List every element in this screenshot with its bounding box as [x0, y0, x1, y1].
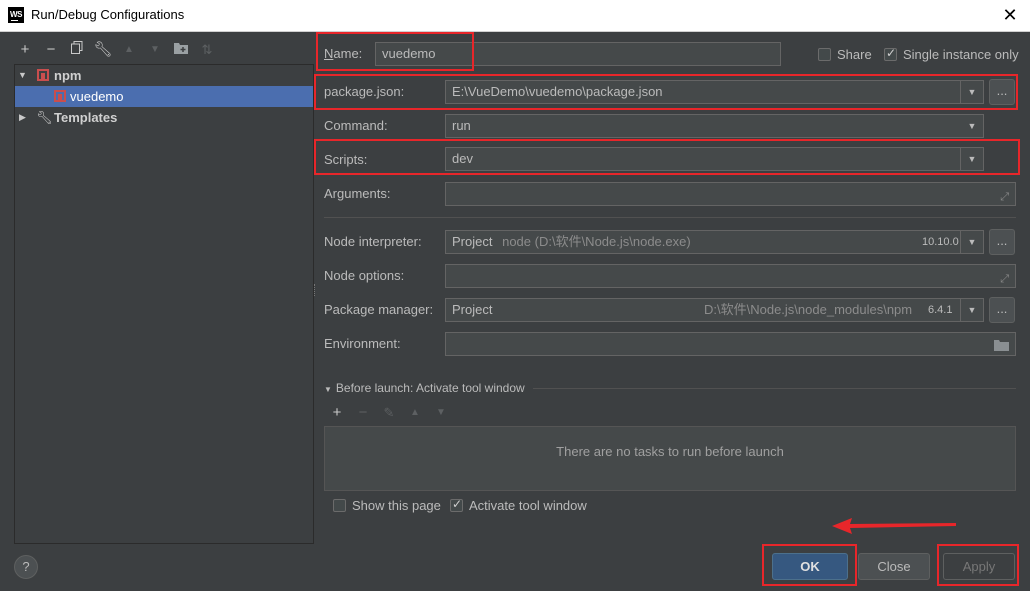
command-value: run — [452, 118, 471, 133]
add-task-icon[interactable]: + — [327, 403, 347, 423]
single-instance-checkbox[interactable] — [884, 46, 897, 61]
package-manager-label: Package manager: — [324, 302, 434, 317]
package-manager-project: Project — [452, 302, 493, 317]
single-instance-label: Single instance only — [903, 47, 1019, 62]
node-options-label: Node options: — [324, 268, 405, 283]
activate-tool-window-label: Activate tool window — [469, 498, 587, 513]
command-combo[interactable]: run ▼ — [445, 114, 984, 138]
new-folder-icon[interactable] — [171, 40, 191, 60]
node-interpreter-path: node (D:\软件\Node.js\node.exe) — [502, 234, 691, 249]
command-label: Command: — [324, 118, 388, 133]
folder-icon[interactable] — [994, 336, 1009, 355]
tree-toolbar: + − 🔧︎ ▲ ▼ ⇅ — [14, 40, 314, 62]
chevron-down-icon[interactable]: ▼ — [960, 81, 983, 103]
node-interpreter-project: Project — [452, 234, 493, 249]
webstorm-icon: WS — [8, 7, 24, 23]
edit-task-icon[interactable]: ✎ — [379, 403, 399, 423]
copy-icon[interactable] — [67, 40, 87, 60]
package-json-value: E:\VueDemo\vuedemo\package.json — [452, 84, 663, 99]
expand-icon[interactable]: ⤢ — [1000, 268, 1009, 287]
name-label: Name: — [324, 46, 363, 61]
name-input[interactable]: vuedemo — [375, 42, 781, 66]
browse-package-json-button[interactable]: ... — [989, 79, 1015, 105]
apply-button[interactable]: Apply — [943, 553, 1015, 580]
scripts-combo[interactable]: dev ▼ — [445, 147, 984, 171]
splitter-handle[interactable] — [314, 284, 318, 296]
before-launch-header[interactable]: ▼ Before launch: Activate tool window — [324, 381, 525, 395]
red-arrow-annotation — [832, 518, 956, 534]
node-version: 10.10.0 — [922, 236, 959, 248]
add-icon[interactable]: + — [15, 40, 35, 60]
remove-icon[interactable]: − — [41, 40, 61, 60]
browse-node-interpreter-button[interactable]: ... — [989, 229, 1015, 255]
tree-npm-label: npm — [54, 68, 82, 83]
tree-node-templates[interactable]: ▶ 🔧︎ Templates — [15, 107, 313, 128]
node-interpreter-label: Node interpreter: — [324, 234, 422, 249]
before-launch-task-list: There are no tasks to run before launch — [324, 426, 1016, 491]
tree-vuedemo-label: vuedemo — [70, 89, 124, 104]
move-up-icon[interactable]: ▲ — [119, 40, 139, 60]
collapse-arrow-icon[interactable]: ▶ — [19, 107, 26, 128]
divider — [324, 217, 1016, 218]
ok-button[interactable]: OK — [772, 553, 848, 580]
scripts-label: Scripts: — [324, 152, 368, 167]
help-button[interactable]: ? — [14, 555, 38, 579]
chevron-down-icon[interactable]: ▼ — [961, 115, 983, 137]
close-window-icon[interactable]: ✕ — [998, 3, 1022, 27]
activate-tool-window-checkbox[interactable] — [450, 497, 463, 512]
package-manager-path: D:\软件\Node.js\node_modules\npm — [704, 302, 913, 317]
configuration-tree: ▼ npm vuedemo ▶ 🔧︎ Templates — [14, 64, 314, 544]
arguments-label: Arguments: — [324, 186, 391, 201]
share-checkbox[interactable] — [818, 48, 831, 61]
tree-node-npm[interactable]: ▼ npm — [15, 65, 313, 86]
wrench-icon[interactable]: 🔧︎ — [93, 40, 113, 60]
npm-icon — [54, 90, 66, 102]
chevron-down-icon[interactable]: ▼ — [960, 299, 983, 321]
expand-icon[interactable]: ⤢ — [1000, 186, 1009, 205]
share-label: Share — [837, 47, 872, 62]
collapse-arrow-icon: ▼ — [324, 385, 332, 394]
environment-label: Environment: — [324, 336, 401, 351]
move-down-icon[interactable]: ▼ — [145, 40, 165, 60]
tree-templates-label: Templates — [54, 110, 118, 125]
chevron-down-icon[interactable]: ▼ — [960, 231, 983, 253]
close-button[interactable]: Close — [858, 553, 930, 580]
show-page-label: Show this page — [352, 498, 441, 513]
node-options-input[interactable]: ⤢ — [445, 264, 1016, 288]
chevron-down-icon[interactable]: ▼ — [960, 148, 983, 170]
move-up-icon[interactable]: ▲ — [405, 403, 425, 423]
node-interpreter-combo[interactable]: Project node (D:\软件\Node.js\node.exe) 10… — [445, 230, 984, 254]
divider — [533, 388, 1016, 389]
package-manager-version: 6.4.1 — [928, 304, 953, 316]
title-bar: WS Run/Debug Configurations ✕ — [0, 0, 1030, 32]
npm-icon — [37, 69, 49, 81]
package-manager-combo[interactable]: Project D:\软件\Node.js\node_modules\npm 6… — [445, 298, 984, 322]
show-page-checkbox[interactable] — [333, 499, 346, 512]
expand-arrow-icon[interactable]: ▼ — [18, 65, 27, 86]
no-tasks-message: There are no tasks to run before launch — [556, 444, 784, 459]
wrench-icon: 🔧︎ — [36, 110, 53, 125]
window-title: Run/Debug Configurations — [31, 7, 185, 22]
package-json-combo[interactable]: E:\VueDemo\vuedemo\package.json ▼ — [445, 80, 984, 104]
remove-task-icon[interactable]: − — [353, 403, 373, 423]
arguments-input[interactable]: ⤢ — [445, 182, 1016, 206]
move-down-icon[interactable]: ▼ — [431, 403, 451, 423]
scripts-value: dev — [452, 151, 473, 166]
package-json-label: package.json: — [324, 84, 405, 99]
environment-input[interactable] — [445, 332, 1016, 356]
browse-package-manager-button[interactable]: ... — [989, 297, 1015, 323]
tree-node-vuedemo[interactable]: vuedemo — [15, 86, 313, 107]
sort-icon[interactable]: ⇅ — [197, 40, 217, 60]
